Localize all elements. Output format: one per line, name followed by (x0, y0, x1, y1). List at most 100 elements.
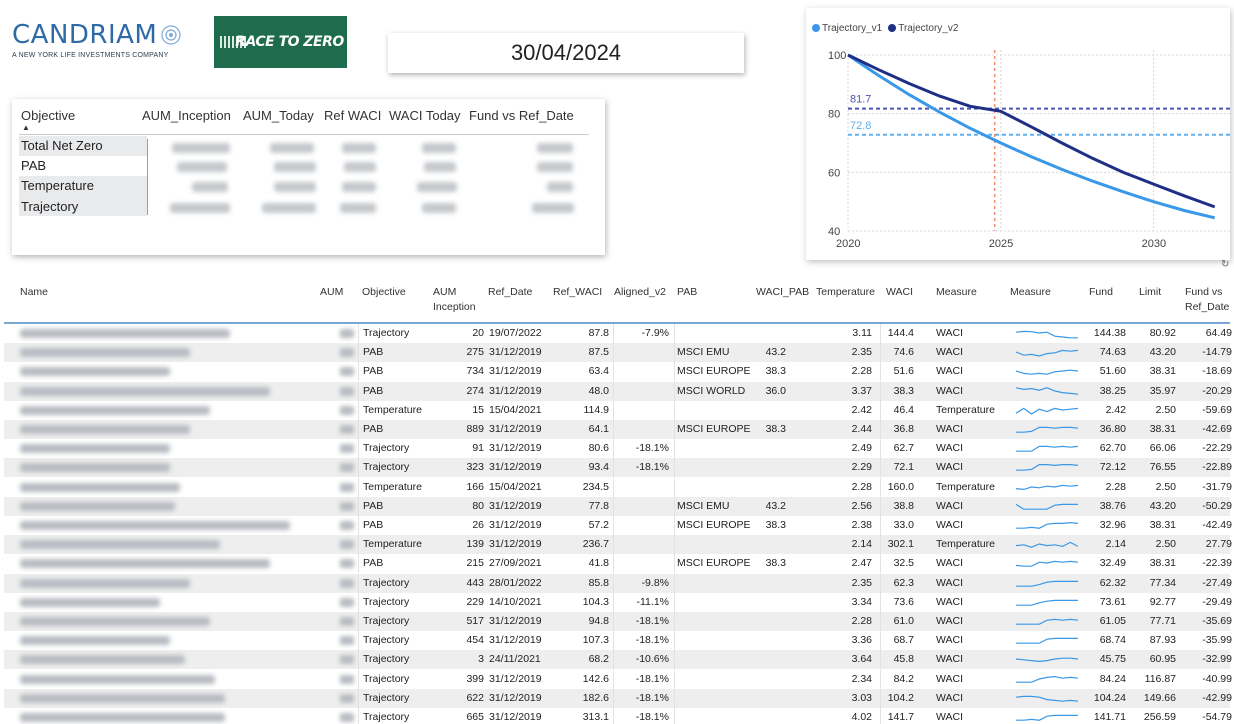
table-row[interactable]: Trajectory 91 31/12/2019 80.6 -18.1% 2.49 62.7… (4, 439, 1232, 459)
col-ref-waci[interactable]: Ref_WACI (553, 285, 602, 300)
legend-item-v2[interactable]: Trajectory_v2 (888, 23, 958, 34)
measure-cell: WACI (936, 384, 964, 397)
table-row[interactable]: Temperature 15 15/04/2021 114.9 2.42 46.4 Temp… (4, 400, 1232, 420)
legend-dot-icon (812, 24, 820, 32)
aum-inception-cell: 622 (466, 691, 484, 704)
table-row[interactable]: Trajectory 3 24/11/2021 68.2 -10.6% 3.64 45.8 W… (4, 650, 1232, 670)
col-aum-inception[interactable]: AUM Inception (433, 285, 483, 315)
ref-date-cell: 31/12/2019 (489, 423, 542, 435)
table-row[interactable]: PAB 26 31/12/2019 57.2 MSCI EUROPE 38.3 2.38 33… (4, 516, 1232, 535)
cell-divider (613, 592, 614, 612)
col-aum-inception[interactable]: AUM_Inception (142, 108, 231, 123)
refresh-icon[interactable]: ↻ (1221, 259, 1229, 270)
objective-cell: Trajectory (363, 576, 410, 589)
fund-cell: 2.28 (1105, 480, 1126, 493)
table-row[interactable]: Trajectory 443 28/01/2022 85.8 -9.8% 2.35 62.3… (4, 573, 1232, 593)
redacted-value (340, 203, 376, 213)
cell-divider (613, 650, 614, 670)
table-row[interactable]: Temperature 166 15/04/2021 234.5 2.28 160.0 Te… (4, 477, 1232, 497)
measure-cell: WACI (936, 461, 964, 474)
cell-divider (613, 669, 614, 689)
sort-asc-icon[interactable]: ▲ (22, 123, 30, 132)
col-ref-waci[interactable]: Ref WACI (324, 108, 381, 123)
col-objective[interactable]: Objective (21, 108, 75, 123)
col-aum-today[interactable]: AUM_Today (243, 108, 314, 123)
measure-sparkline (1016, 580, 1078, 587)
table-row[interactable]: Temperature 139 31/12/2019 236.7 2.14 302.1 Te… (4, 535, 1232, 555)
fund-cell: 2.14 (1105, 538, 1126, 551)
col-fund[interactable]: Fund (1089, 285, 1113, 300)
cell-divider (358, 496, 359, 516)
table-row[interactable]: Trajectory 399 31/12/2019 142.6 -18.1% 2.34 84… (4, 669, 1232, 689)
col-pab[interactable]: PAB (677, 285, 697, 300)
redacted-fund-name (20, 597, 160, 607)
col-aligned-v2[interactable]: Aligned_v2 (614, 285, 666, 300)
table-row[interactable]: Trajectory 517 31/12/2019 94.8 -18.1% 2.28 61.… (4, 612, 1232, 631)
table-row[interactable]: Trajectory 665 31/12/2019 313.1 -18.1% 4.02 14… (4, 708, 1232, 724)
measure-cell: WACI (936, 327, 964, 339)
fund-cell: 62.32 (1099, 576, 1126, 589)
table-row[interactable]: PAB 215 27/09/2021 41.8 MSCI EUROPE 38.3 2.47 3… (4, 554, 1232, 574)
fund-cell: 84.24 (1099, 672, 1126, 685)
x-tick-label: 2020 (836, 238, 860, 250)
legend-dot-icon (888, 24, 897, 32)
legend-label: Trajectory_v2 (898, 23, 959, 34)
ref-waci-cell: 41.8 (588, 557, 609, 570)
col-objective[interactable]: Objective (362, 285, 406, 300)
table-row[interactable]: Trajectory 622 31/12/2019 182.6 -18.1% 3.03 10… (4, 688, 1232, 708)
table-row[interactable]: Trajectory 454 31/12/2019 107.3 -18.1% 3.36 68… (4, 631, 1232, 651)
redacted-fund-name (20, 463, 170, 473)
table-row[interactable]: Trajectory 20 19/07/2022 87.8 -7.9% 3.11 144.4… (4, 324, 1232, 343)
col-ref-date[interactable]: Ref_Date (488, 285, 532, 300)
summary-row-label[interactable]: Temperature (21, 178, 94, 193)
cell-divider (358, 439, 359, 459)
temperature-cell: 2.47 (851, 557, 872, 570)
sparkline-path (1015, 386, 1079, 395)
col-measure[interactable]: Measure (936, 285, 977, 300)
pab-cell: MSCI EUROPE (677, 519, 751, 531)
table-row[interactable]: PAB 80 31/12/2019 77.8 MSCI EMU 43.2 2.56 38.8 W… (4, 496, 1232, 516)
redacted-fund-name (20, 713, 225, 722)
sparkline-path (1016, 637, 1078, 644)
col-aum[interactable]: AUM (320, 285, 343, 300)
col-name[interactable]: Name (20, 285, 48, 300)
col-waci-pab[interactable]: WACI_PAB (756, 285, 809, 300)
fund-cell: 2.42 (1105, 403, 1126, 416)
ref-date-cell: 31/12/2019 (489, 634, 542, 647)
cell-divider (358, 458, 359, 478)
col-fund-vs-ref-date[interactable]: Fund vs Ref_Date (469, 108, 574, 123)
table-row[interactable]: PAB 275 31/12/2019 87.5 MSCI EMU 43.2 2.35 74.6… (4, 343, 1232, 363)
summary-row-label[interactable]: Trajectory (21, 199, 78, 214)
redacted-aum (340, 655, 354, 665)
waci-cell: 45.8 (893, 653, 914, 666)
temperature-cell: 2.28 (851, 480, 872, 493)
redacted-fund-name (20, 559, 270, 569)
sparkline-path (1015, 349, 1079, 357)
measure-cell: WACI (936, 672, 964, 685)
summary-row-label[interactable]: Total Net Zero (21, 138, 103, 153)
table-row[interactable]: PAB 274 31/12/2019 48.0 MSCI WORLD 36.0 3.37 38… (4, 381, 1232, 401)
table-row[interactable]: PAB 889 31/12/2019 64.1 MSCI EUROPE 38.3 2.44 3… (4, 420, 1232, 439)
cell-divider (674, 669, 675, 689)
cell-divider (674, 535, 675, 555)
fund-vs-ref-cell: -14.79 (1202, 346, 1232, 359)
table-row[interactable]: PAB 734 31/12/2019 63.4 MSCI EUROPE 38.3 2.28 5… (4, 362, 1232, 382)
col-waci[interactable]: WACI (886, 285, 913, 300)
col-fund-vs-ref-date[interactable]: Fund vs Ref_Date (1185, 285, 1230, 315)
waci-cell: 73.6 (893, 595, 914, 608)
limit-cell: 2.50 (1155, 480, 1176, 493)
col-measure-sparkline[interactable]: Measure (1010, 285, 1051, 300)
fund-vs-ref-cell: -32.99 (1202, 653, 1232, 666)
objective-cell: PAB (363, 365, 384, 378)
summary-row-label[interactable]: PAB (21, 158, 46, 173)
col-temperature[interactable]: Temperature (816, 285, 875, 300)
table-row[interactable]: Trajectory 229 14/10/2021 104.3 -11.1% 3.34 73… (4, 592, 1232, 612)
cell-divider (613, 535, 614, 555)
legend-item-v1[interactable]: Trajectory_v1 (812, 23, 882, 34)
col-limit[interactable]: Limit (1139, 285, 1161, 300)
fund-cell: 32.49 (1099, 557, 1126, 570)
cell-divider (674, 439, 675, 459)
table-row[interactable]: Trajectory 323 31/12/2019 93.4 -18.1% 2.29 72.… (4, 458, 1232, 478)
col-waci-today[interactable]: WACI Today (389, 108, 461, 123)
fund-cell: 74.63 (1099, 346, 1126, 359)
